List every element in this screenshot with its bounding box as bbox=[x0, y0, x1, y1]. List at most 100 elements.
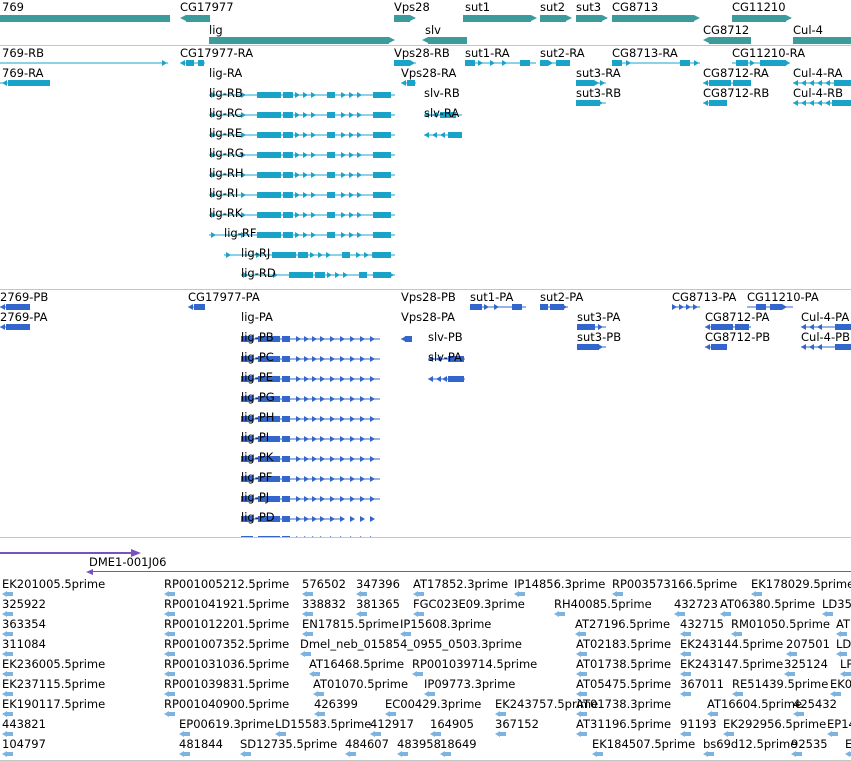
est-label[interactable]: 483958 bbox=[397, 738, 441, 751]
est-label[interactable]: 325922 bbox=[2, 598, 46, 611]
transcript-label[interactable]: sut1-RA bbox=[465, 47, 510, 60]
gene-glyph[interactable] bbox=[540, 15, 572, 22]
transcript-label[interactable]: sut3-RA bbox=[576, 67, 621, 80]
transcript-label[interactable]: 769-RB bbox=[2, 47, 44, 60]
gene-glyph[interactable] bbox=[793, 37, 851, 44]
est-label[interactable]: RP001005212.5prime bbox=[164, 578, 289, 591]
est-label[interactable]: FGC023E09.3prime bbox=[413, 598, 525, 611]
gene-label[interactable]: CG8713 bbox=[612, 1, 658, 14]
est-label[interactable]: AT05475.5prime bbox=[576, 678, 671, 691]
gene-label[interactable]: CG11210 bbox=[732, 1, 786, 14]
gene-glyph[interactable] bbox=[0, 15, 170, 22]
protein-label[interactable]: slv-PA bbox=[428, 351, 462, 364]
gene-label[interactable]: CG8712 bbox=[703, 24, 749, 37]
gene-label[interactable]: slv bbox=[425, 24, 441, 37]
gene-label[interactable]: 769 bbox=[2, 1, 24, 14]
transcript-label[interactable]: 769-RA bbox=[2, 67, 44, 80]
transcript-label[interactable]: CG8712-RB bbox=[703, 87, 769, 100]
transcript-label[interactable]: Vps28-RB bbox=[394, 47, 450, 60]
protein-label[interactable]: lig-PJ bbox=[241, 491, 269, 504]
protein-label[interactable]: CG17977-PA bbox=[188, 291, 260, 304]
est-label[interactable]: RP001040900.5prime bbox=[164, 698, 289, 711]
transcript-label[interactable]: CG11210-RA bbox=[732, 47, 805, 60]
gene-glyph[interactable] bbox=[732, 15, 792, 22]
est-label[interactable]: 325124 bbox=[784, 658, 828, 671]
gene-label[interactable]: Vps28 bbox=[394, 1, 430, 14]
est-label[interactable]: RP001041921.5prime bbox=[164, 598, 289, 611]
est-label[interactable]: 164905 bbox=[430, 718, 474, 731]
transcript-label[interactable]: sut2-RA bbox=[540, 47, 585, 60]
est-label[interactable]: AT06380.5prime bbox=[720, 598, 815, 611]
est-label[interactable]: AT16604.5prime bbox=[707, 698, 802, 711]
est-label[interactable]: RP003573166.5prime bbox=[612, 578, 737, 591]
gene-glyph[interactable] bbox=[209, 37, 395, 44]
protein-label[interactable]: sut3-PA bbox=[577, 311, 620, 324]
protein-label[interactable]: slv-PB bbox=[428, 331, 463, 344]
protein-label[interactable]: lig-PF bbox=[241, 471, 272, 484]
est-label[interactable]: RP001012201.5prime bbox=[164, 618, 289, 631]
protein-label[interactable]: lig-PA bbox=[241, 311, 273, 324]
est-label[interactable]: 311084 bbox=[2, 638, 46, 651]
est-label[interactable]: AT bbox=[836, 618, 850, 631]
gene-label[interactable]: lig bbox=[209, 24, 223, 37]
est-label[interactable]: AT27196.5prime bbox=[575, 618, 670, 631]
transcript-label[interactable]: CG8713-RA bbox=[612, 47, 678, 60]
protein-label[interactable]: CG8713-PA bbox=[672, 291, 736, 304]
est-label[interactable]: 425432 bbox=[793, 698, 837, 711]
est-label[interactable]: LP bbox=[840, 658, 851, 671]
est-label[interactable]: AT02183.5prime bbox=[576, 638, 671, 651]
est-label[interactable]: 432715 bbox=[680, 618, 724, 631]
protein-label[interactable]: Vps28-PA bbox=[401, 311, 455, 324]
est-label[interactable]: bs69d12.5prime bbox=[703, 738, 797, 751]
est-label[interactable]: LD35 bbox=[822, 598, 851, 611]
est-label[interactable]: EK243147.5prime bbox=[680, 658, 783, 671]
protein-label[interactable]: lig-PH bbox=[241, 411, 274, 424]
gene-label[interactable]: sut3 bbox=[576, 1, 601, 14]
est-label[interactable]: 207501 bbox=[786, 638, 830, 651]
protein-label[interactable]: CG11210-PA bbox=[747, 291, 819, 304]
protein-label[interactable]: lig-PD bbox=[241, 511, 275, 524]
est-label[interactable]: EK201005.5prime bbox=[2, 578, 105, 591]
protein-label[interactable]: sut3-PB bbox=[577, 331, 621, 344]
protein-label[interactable]: 2769-PB bbox=[0, 291, 48, 304]
est-label[interactable]: Dmel_neb_015854_0955_0503.3prime bbox=[300, 638, 522, 651]
est-label[interactable]: 381365 bbox=[356, 598, 400, 611]
gene-glyph[interactable] bbox=[422, 37, 467, 44]
est-label[interactable]: AT17852.3prime bbox=[413, 578, 508, 591]
transcript-label[interactable]: lig-RI bbox=[209, 187, 238, 200]
gene-glyph[interactable] bbox=[612, 15, 700, 22]
est-label[interactable]: RP001007352.5prime bbox=[164, 638, 289, 651]
est-label[interactable]: AT01738.3prime bbox=[576, 698, 671, 711]
transcript-label[interactable]: slv-RA bbox=[424, 107, 459, 120]
protein-label[interactable]: Cul-4-PA bbox=[801, 311, 849, 324]
est-label[interactable]: 412917 bbox=[370, 718, 414, 731]
est-label[interactable]: 367152 bbox=[495, 718, 539, 731]
protein-label[interactable]: sut1-PA bbox=[470, 291, 513, 304]
est-label[interactable]: 426399 bbox=[314, 698, 358, 711]
protein-label[interactable]: lig-PE bbox=[241, 371, 273, 384]
transcript-label[interactable]: lig-RH bbox=[209, 167, 243, 180]
gene-glyph[interactable] bbox=[463, 15, 537, 22]
est-label[interactable]: EK190117.5prime bbox=[2, 698, 105, 711]
est-label[interactable]: 92535 bbox=[791, 738, 828, 751]
est-label[interactable]: RH40085.5prime bbox=[554, 598, 652, 611]
est-label[interactable]: EK184507.5prime bbox=[592, 738, 695, 751]
est-label[interactable]: SD12735.5prime bbox=[240, 738, 337, 751]
transcript-label[interactable]: slv-RB bbox=[424, 87, 460, 100]
est-label[interactable]: EK0 bbox=[830, 678, 851, 691]
est-label[interactable]: 432723 bbox=[674, 598, 718, 611]
est-label[interactable]: 443821 bbox=[2, 718, 46, 731]
transcript-label[interactable]: CG17977-RA bbox=[180, 47, 253, 60]
est-label[interactable]: EK292956.5prime bbox=[723, 718, 826, 731]
est-label[interactable]: AT01738.5prime bbox=[576, 658, 671, 671]
est-label[interactable]: 367011 bbox=[680, 678, 724, 691]
transcript-label[interactable]: lig-RK bbox=[209, 207, 242, 220]
est-label[interactable]: 91193 bbox=[680, 718, 717, 731]
protein-label[interactable]: CG8712-PA bbox=[705, 311, 769, 324]
transcript-label[interactable]: Vps28-RA bbox=[401, 67, 456, 80]
est-label[interactable]: EK bbox=[845, 738, 851, 751]
est-label[interactable]: LD bbox=[836, 638, 851, 651]
est-label[interactable]: 347396 bbox=[356, 578, 400, 591]
gene-glyph[interactable] bbox=[703, 37, 751, 44]
est-label[interactable]: AT31196.5prime bbox=[576, 718, 671, 731]
